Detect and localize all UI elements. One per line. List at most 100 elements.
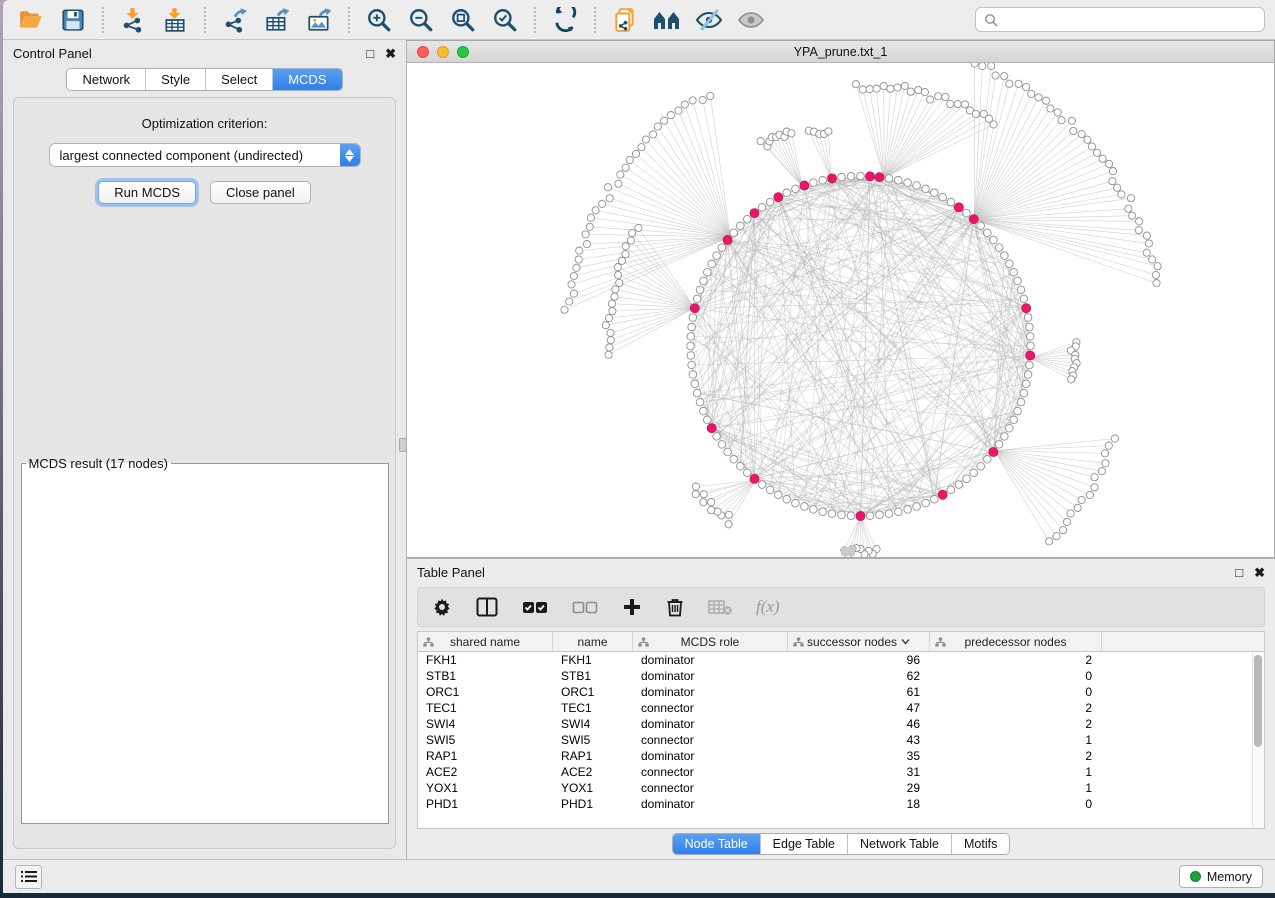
graph-node[interactable] [592,207,599,214]
graph-hub-node[interactable] [1022,304,1031,313]
table-row[interactable]: SWI5SWI5connector431 [418,732,1264,748]
graph-node[interactable] [1135,227,1142,234]
zoom-in-icon[interactable] [361,5,397,35]
zoom-out-icon[interactable] [403,5,439,35]
graph-node[interactable] [847,512,855,520]
graph-node[interactable] [622,251,629,258]
graph-node[interactable] [783,495,791,503]
network-window-titlebar[interactable]: YPA_prune.txt_1 [407,41,1274,63]
graph-node[interactable] [984,456,992,464]
graph-node[interactable] [1118,191,1125,198]
show-all-icon[interactable] [733,5,769,35]
graph-node[interactable] [1149,256,1156,263]
graph-node[interactable] [1068,117,1075,124]
graph-node[interactable] [622,243,629,250]
graph-node[interactable] [611,293,618,300]
graph-node[interactable] [622,164,629,171]
graph-node[interactable] [775,491,783,499]
graph-node[interactable] [713,252,721,260]
graph-node[interactable] [1093,149,1100,156]
graph-node[interactable] [605,351,612,358]
graph-hub-node[interactable] [750,209,759,218]
graph-node[interactable] [895,508,903,516]
graph-node[interactable] [606,195,613,202]
graph-node[interactable] [587,214,594,221]
graph-node[interactable] [913,503,921,511]
graph-node[interactable] [689,97,696,104]
graph-node[interactable] [792,185,800,193]
graph-node[interactable] [880,83,887,90]
graph-node[interactable] [699,96,706,103]
delete-column-icon[interactable] [666,595,684,619]
table-row[interactable]: ORC1ORC1dominator610 [418,684,1264,700]
graph-node[interactable] [1022,380,1030,388]
graph-node[interactable] [627,237,634,244]
graph-node[interactable] [866,512,874,520]
graph-hub-node[interactable] [969,215,978,224]
graph-node[interactable] [1106,160,1113,167]
graph-node[interactable] [570,273,577,280]
graph-node[interactable] [1109,178,1116,185]
deselect-all-rows-icon[interactable] [572,595,598,619]
graph-node[interactable] [607,337,614,344]
graph-node[interactable] [935,93,942,100]
graph-node[interactable] [1023,83,1030,90]
graph-node[interactable] [788,130,795,137]
graph-node[interactable] [810,506,818,514]
float-table-panel-icon[interactable]: □ [1235,566,1243,579]
graph-hub-node[interactable] [856,511,865,520]
graph-node[interactable] [1060,527,1067,534]
graph-node[interactable] [783,189,791,197]
tab-mcds[interactable]: MCDS [272,69,341,90]
graph-node[interactable] [990,121,997,128]
graph-node[interactable] [576,247,583,254]
graph-node[interactable] [859,86,866,93]
graph-node[interactable] [1026,333,1034,341]
graph-node[interactable] [632,150,639,157]
graph-node[interactable] [675,107,682,114]
graph-hub-node[interactable] [865,172,874,181]
import-table-icon[interactable] [157,5,193,35]
criterion-dropdown[interactable]: largest connected component (undirected) [49,143,361,167]
graph-node[interactable] [1010,268,1018,276]
tab-motifs[interactable]: Motifs [951,834,1009,854]
graph-node[interactable] [887,85,894,92]
tab-network[interactable]: Network [67,69,145,90]
graph-node[interactable] [1017,398,1025,406]
open-file-icon[interactable] [13,5,49,35]
canvas-scroll-thumb[interactable] [841,547,855,556]
graph-node[interactable] [792,499,800,507]
graph-node[interactable] [1014,407,1022,415]
splitter-grip[interactable] [399,438,407,452]
graph-node[interactable] [1127,195,1134,202]
graph-node[interactable] [661,117,668,124]
graph-node[interactable] [687,352,695,360]
graph-node[interactable] [1058,117,1065,124]
tab-select[interactable]: Select [205,69,272,90]
graph-node[interactable] [1001,73,1008,80]
graph-node[interactable] [1154,263,1161,270]
graph-node[interactable] [1024,371,1032,379]
graph-hub-node[interactable] [750,474,759,483]
graph-node[interactable] [1098,468,1105,475]
graph-node[interactable] [876,511,884,519]
graph-node[interactable] [907,88,914,95]
graph-node[interactable] [1088,143,1095,150]
graph-node[interactable] [819,508,827,516]
graph-node[interactable] [922,499,930,507]
graph-node[interactable] [995,441,1003,449]
graph-node[interactable] [921,89,928,96]
graph-node[interactable] [1143,232,1150,239]
graph-node[interactable] [758,481,766,489]
graph-node[interactable] [885,510,893,518]
graph-node[interactable] [1026,361,1034,369]
graph-hub-node[interactable] [800,181,809,190]
graph-node[interactable] [873,85,880,92]
table-row[interactable]: PHD1PHD1dominator180 [418,796,1264,812]
graph-node[interactable] [1099,155,1106,162]
graph-node[interactable] [894,84,901,91]
graph-hub-node[interactable] [690,304,699,313]
graph-node[interactable] [568,281,575,288]
graph-node[interactable] [1145,240,1152,247]
function-builder-icon[interactable]: f(x) [756,595,780,619]
